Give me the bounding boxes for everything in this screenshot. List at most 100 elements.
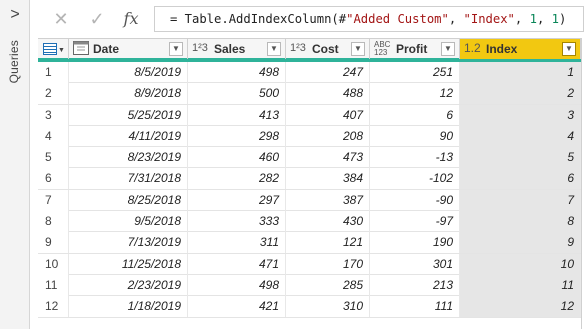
- table-row[interactable]: 11 2/23/2019 498 285 213 11: [38, 274, 581, 297]
- sales-cell[interactable]: 297: [188, 189, 286, 211]
- index-cell[interactable]: 1: [460, 62, 581, 83]
- row-number[interactable]: 8: [38, 211, 69, 233]
- cost-cell[interactable]: 247: [286, 62, 370, 83]
- row-number[interactable]: 6: [38, 168, 69, 190]
- profit-cell[interactable]: 6: [370, 104, 460, 126]
- column-header-cost[interactable]: 1²3 Cost ▼: [286, 39, 370, 59]
- cost-cell[interactable]: 488: [286, 83, 370, 105]
- decimal-number-type-icon[interactable]: 1.2: [464, 41, 481, 55]
- table-row[interactable]: 1 8/5/2019 498 247 251 1: [38, 62, 581, 84]
- date-cell[interactable]: 11/25/2018: [69, 253, 188, 275]
- profit-cell[interactable]: -13: [370, 147, 460, 169]
- any-type-icon[interactable]: ABC 123: [374, 41, 390, 57]
- sales-cell[interactable]: 333: [188, 211, 286, 233]
- sales-cell[interactable]: 413: [188, 104, 286, 126]
- table-row[interactable]: 5 8/23/2019 460 473 -13 5: [38, 147, 581, 169]
- cost-cell[interactable]: 473: [286, 147, 370, 169]
- index-cell[interactable]: 7: [460, 189, 581, 211]
- cost-cell[interactable]: 121: [286, 232, 370, 254]
- filter-dropdown-icon[interactable]: ▼: [441, 42, 455, 56]
- profit-cell[interactable]: -102: [370, 168, 460, 190]
- queries-pane[interactable]: > Queries: [0, 0, 30, 329]
- cost-cell[interactable]: 384: [286, 168, 370, 190]
- commit-formula-button[interactable]: ✓: [82, 4, 112, 34]
- table-row[interactable]: 9 7/13/2019 311 121 190 9: [38, 232, 581, 254]
- index-cell[interactable]: 3: [460, 104, 581, 126]
- table-menu-button[interactable]: ▼: [38, 39, 69, 59]
- index-cell[interactable]: 8: [460, 211, 581, 233]
- table-row[interactable]: 2 8/9/2018 500 488 12 2: [38, 83, 581, 105]
- profit-cell[interactable]: 111: [370, 296, 460, 318]
- table-row[interactable]: 12 1/18/2019 421 310 111 12: [38, 296, 581, 318]
- table-row[interactable]: 10 11/25/2018 471 170 301 10: [38, 253, 581, 275]
- filter-dropdown-icon[interactable]: ▼: [351, 42, 365, 56]
- filter-dropdown-icon[interactable]: ▼: [562, 42, 576, 56]
- profit-cell[interactable]: 90: [370, 125, 460, 147]
- sales-cell[interactable]: 421: [188, 296, 286, 318]
- index-cell[interactable]: 9: [460, 232, 581, 254]
- cost-cell[interactable]: 310: [286, 296, 370, 318]
- profit-cell[interactable]: 301: [370, 253, 460, 275]
- sales-cell[interactable]: 471: [188, 253, 286, 275]
- sales-cell[interactable]: 498: [188, 274, 286, 296]
- column-header-sales[interactable]: 1²3 Sales ▼: [188, 39, 286, 59]
- date-cell[interactable]: 5/25/2019: [69, 104, 188, 126]
- column-header-profit[interactable]: ABC 123 Profit ▼: [370, 39, 460, 59]
- table-row[interactable]: 4 4/11/2019 298 208 90 4: [38, 125, 581, 148]
- sales-cell[interactable]: 282: [188, 168, 286, 190]
- filter-dropdown-icon[interactable]: ▼: [169, 42, 183, 56]
- sales-cell[interactable]: 298: [188, 125, 286, 147]
- cost-cell[interactable]: 430: [286, 211, 370, 233]
- cost-cell[interactable]: 407: [286, 104, 370, 126]
- expand-queries-icon[interactable]: >: [0, 6, 30, 24]
- cancel-formula-button[interactable]: ✕: [46, 4, 76, 34]
- row-number[interactable]: 4: [38, 125, 69, 147]
- row-number[interactable]: 2: [38, 83, 69, 105]
- index-cell[interactable]: 6: [460, 168, 581, 190]
- row-number[interactable]: 10: [38, 253, 69, 275]
- row-number[interactable]: 12: [38, 296, 69, 318]
- sales-cell[interactable]: 311: [188, 232, 286, 254]
- row-number[interactable]: 9: [38, 232, 69, 254]
- fx-icon[interactable]: fx: [116, 4, 146, 34]
- date-cell[interactable]: 1/18/2019: [69, 296, 188, 318]
- date-cell[interactable]: 8/9/2018: [69, 83, 188, 105]
- date-cell[interactable]: 7/13/2019: [69, 232, 188, 254]
- cost-cell[interactable]: 170: [286, 253, 370, 275]
- date-cell[interactable]: 7/31/2018: [69, 168, 188, 190]
- profit-cell[interactable]: -90: [370, 189, 460, 211]
- row-number[interactable]: 11: [38, 274, 69, 296]
- sales-cell[interactable]: 498: [188, 62, 286, 83]
- cost-cell[interactable]: 208: [286, 125, 370, 147]
- column-header-index[interactable]: 1.2 Index ▼: [460, 39, 581, 59]
- profit-cell[interactable]: 190: [370, 232, 460, 254]
- index-cell[interactable]: 5: [460, 147, 581, 169]
- index-cell[interactable]: 10: [460, 253, 581, 275]
- profit-cell[interactable]: -97: [370, 211, 460, 233]
- date-cell[interactable]: 4/11/2019: [69, 125, 188, 147]
- row-number[interactable]: 5: [38, 147, 69, 169]
- row-number[interactable]: 7: [38, 189, 69, 211]
- table-row[interactable]: 7 8/25/2018 297 387 -90 7: [38, 189, 581, 212]
- filter-dropdown-icon[interactable]: ▼: [267, 42, 281, 56]
- date-type-icon[interactable]: [73, 41, 89, 58]
- table-row[interactable]: 6 7/31/2018 282 384 -102 6: [38, 168, 581, 190]
- profit-cell[interactable]: 213: [370, 274, 460, 296]
- sales-cell[interactable]: 460: [188, 147, 286, 169]
- date-cell[interactable]: 8/23/2019: [69, 147, 188, 169]
- table-row[interactable]: 3 5/25/2019 413 407 6 3: [38, 104, 581, 126]
- cost-cell[interactable]: 285: [286, 274, 370, 296]
- date-cell[interactable]: 8/25/2018: [69, 189, 188, 211]
- sales-cell[interactable]: 500: [188, 83, 286, 105]
- whole-number-type-icon[interactable]: 1²3: [192, 42, 208, 54]
- profit-cell[interactable]: 12: [370, 83, 460, 105]
- index-cell[interactable]: 2: [460, 83, 581, 105]
- cost-cell[interactable]: 387: [286, 189, 370, 211]
- index-cell[interactable]: 12: [460, 296, 581, 318]
- profit-cell[interactable]: 251: [370, 62, 460, 83]
- column-header-date[interactable]: Date ▼: [69, 39, 188, 59]
- index-cell[interactable]: 4: [460, 125, 581, 147]
- date-cell[interactable]: 9/5/2018: [69, 211, 188, 233]
- row-number[interactable]: 1: [38, 62, 69, 83]
- index-cell[interactable]: 11: [460, 274, 581, 296]
